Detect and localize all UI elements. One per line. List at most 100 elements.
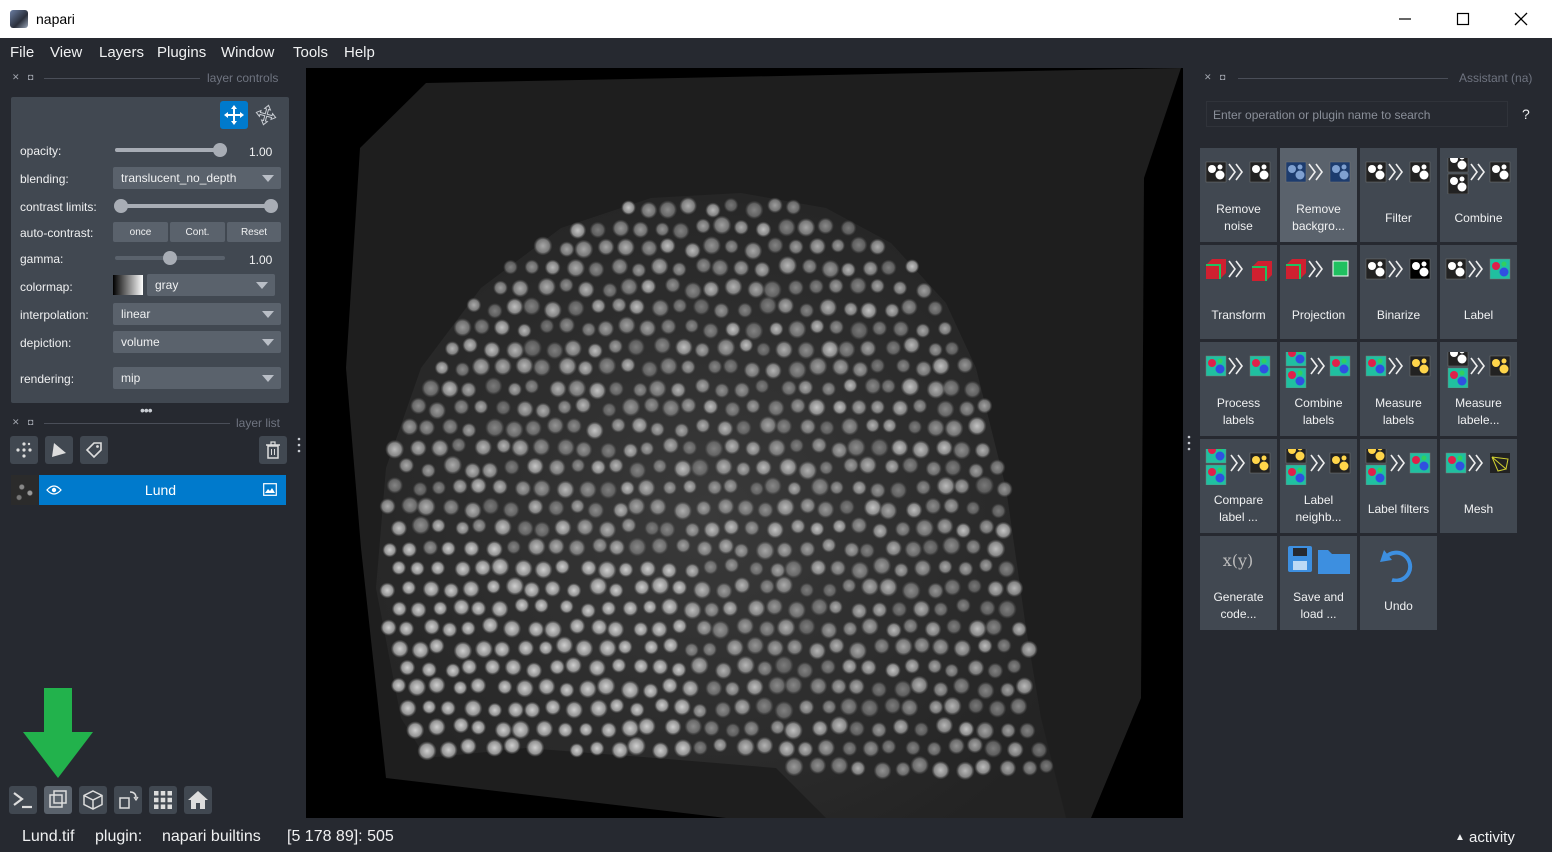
nucleus-blob xyxy=(1000,722,1016,739)
dock-splitter-handle[interactable]: ••• xyxy=(140,402,153,418)
nucleus-blob xyxy=(574,239,594,259)
nucleus-blob xyxy=(809,756,827,774)
dock-close-icon[interactable]: ✕ xyxy=(12,417,20,428)
activity-button[interactable]: activity xyxy=(1469,829,1515,846)
menu-file[interactable]: File xyxy=(10,44,34,61)
tile-binarize[interactable]: Binarize xyxy=(1360,245,1437,339)
activity-chevron-icon[interactable]: ▲ xyxy=(1455,832,1465,843)
interpolation-dropdown[interactable]: linear xyxy=(113,303,281,325)
menu-view[interactable]: View xyxy=(50,44,82,61)
depiction-dropdown[interactable]: volume xyxy=(113,331,281,353)
nucleus-blob xyxy=(622,443,639,459)
blending-dropdown[interactable]: translucent_no_depth xyxy=(113,167,281,189)
tile-compare-label[interactable]: Compare label ... xyxy=(1200,439,1277,533)
tile-undo[interactable]: Undo xyxy=(1360,536,1437,630)
layer-row-lund[interactable]: Lund xyxy=(39,475,286,505)
gamma-slider-handle[interactable] xyxy=(163,251,177,265)
transform-button[interactable] xyxy=(252,101,280,129)
nucleus-blob xyxy=(839,697,858,716)
tile-save-and-load[interactable]: Save and load ... xyxy=(1280,536,1357,630)
nucleus-blob xyxy=(865,418,880,433)
3d-view-button[interactable] xyxy=(79,786,107,814)
dock-float-icon[interactable]: ◘ xyxy=(28,417,33,427)
nucleus-blob xyxy=(744,520,760,536)
auto-contrast-reset-button[interactable]: Reset xyxy=(227,222,281,242)
menu-tools[interactable]: Tools xyxy=(293,44,328,61)
nucleus-blob xyxy=(692,740,708,756)
nucleus-blob xyxy=(503,259,518,275)
dock-close-icon[interactable]: ✕ xyxy=(1204,72,1212,83)
mesh-icon xyxy=(1445,452,1510,474)
rendering-dropdown[interactable]: mip xyxy=(113,367,281,389)
viewer-canvas[interactable] xyxy=(306,68,1183,818)
nucleus-blob xyxy=(831,358,850,376)
dock-float-icon[interactable]: ◘ xyxy=(28,72,33,82)
nucleus-blob xyxy=(905,501,923,519)
tile-filter[interactable]: Filter xyxy=(1360,148,1437,242)
opacity-slider-handle[interactable] xyxy=(213,143,227,157)
nucleus-blob xyxy=(745,398,761,414)
auto-contrast-once-button[interactable]: once xyxy=(113,222,168,242)
menu-layers[interactable]: Layers xyxy=(99,44,144,61)
dock-float-icon[interactable]: ◘ xyxy=(1220,72,1225,82)
chevron-down-icon xyxy=(262,339,274,346)
new-shapes-layer-button[interactable] xyxy=(45,436,73,464)
tile-process-labels[interactable]: Process labels xyxy=(1200,342,1277,436)
new-labels-layer-button[interactable] xyxy=(80,436,108,464)
auto-contrast-continuous-button[interactable]: Cont. xyxy=(170,222,225,242)
right-dock-splitter[interactable] xyxy=(1187,434,1191,454)
tile-measure-labels[interactable]: Measure labels xyxy=(1360,342,1437,436)
contrast-low-handle[interactable] xyxy=(114,199,128,213)
dock-close-icon[interactable]: ✕ xyxy=(12,72,20,83)
nucleus-blob xyxy=(871,722,887,738)
nucleus-blob xyxy=(608,582,624,598)
nucleus-blob xyxy=(673,698,691,716)
tile-combine-labels[interactable]: Combine labels xyxy=(1280,342,1357,436)
layer-name[interactable]: Lund xyxy=(39,482,282,498)
tile-remove-background[interactable]: Remove backgro... xyxy=(1280,148,1357,242)
left-dock-splitter[interactable] xyxy=(297,436,301,456)
nucleus-blob xyxy=(828,637,845,654)
nucleus-blob xyxy=(797,341,815,360)
nucleus-blob xyxy=(880,259,897,276)
tile-mesh[interactable]: Mesh xyxy=(1440,439,1517,533)
colormap-dropdown[interactable]: gray xyxy=(147,274,275,296)
ndisplay-button[interactable] xyxy=(44,786,72,814)
menu-help[interactable]: Help xyxy=(344,44,375,61)
reset-view-button[interactable] xyxy=(184,786,212,814)
tile-label[interactable]: Label xyxy=(1440,245,1517,339)
console-button[interactable] xyxy=(9,786,37,814)
tile-generate-code[interactable]: x(y) Generate code... xyxy=(1200,536,1277,630)
menu-window[interactable]: Window xyxy=(221,44,274,61)
nucleus-blob xyxy=(743,720,760,737)
nucleus-blob xyxy=(821,259,840,279)
roll-dimensions-button[interactable] xyxy=(114,786,142,814)
tile-projection[interactable]: Projection xyxy=(1280,245,1357,339)
tile-transform[interactable]: Transform xyxy=(1200,245,1277,339)
help-button[interactable]: ? xyxy=(1522,106,1530,122)
delete-layer-button[interactable] xyxy=(259,436,287,464)
nucleus-blob xyxy=(958,721,975,738)
contrast-high-handle[interactable] xyxy=(264,199,278,213)
tile-remove-noise[interactable]: Remove noise xyxy=(1200,148,1277,242)
new-points-layer-button[interactable] xyxy=(10,436,38,464)
grid-view-button[interactable] xyxy=(149,786,177,814)
minimize-button[interactable] xyxy=(1376,0,1434,38)
operation-search-input[interactable]: Enter operation or plugin name to search xyxy=(1206,101,1508,127)
maximize-button[interactable] xyxy=(1434,0,1492,38)
nucleus-blob xyxy=(702,236,721,255)
close-button[interactable] xyxy=(1492,0,1550,38)
nucleus-blob xyxy=(974,442,991,459)
tile-measure-labeled[interactable]: Measure labele... xyxy=(1440,342,1517,436)
tile-combine[interactable]: Combine xyxy=(1440,148,1517,242)
nucleus-blob xyxy=(577,360,594,377)
pan-zoom-button[interactable] xyxy=(220,101,248,129)
menu-plugins[interactable]: Plugins xyxy=(157,44,206,61)
nucleus-blob xyxy=(523,581,541,599)
nucleus-blob xyxy=(799,582,814,598)
nucleus-blob xyxy=(522,297,541,316)
nucleus-blob xyxy=(842,621,858,637)
nucleus-blob xyxy=(733,219,749,235)
tile-label-filters[interactable]: Label filters xyxy=(1360,439,1437,533)
tile-label-neighbors[interactable]: Label neighb... xyxy=(1280,439,1357,533)
